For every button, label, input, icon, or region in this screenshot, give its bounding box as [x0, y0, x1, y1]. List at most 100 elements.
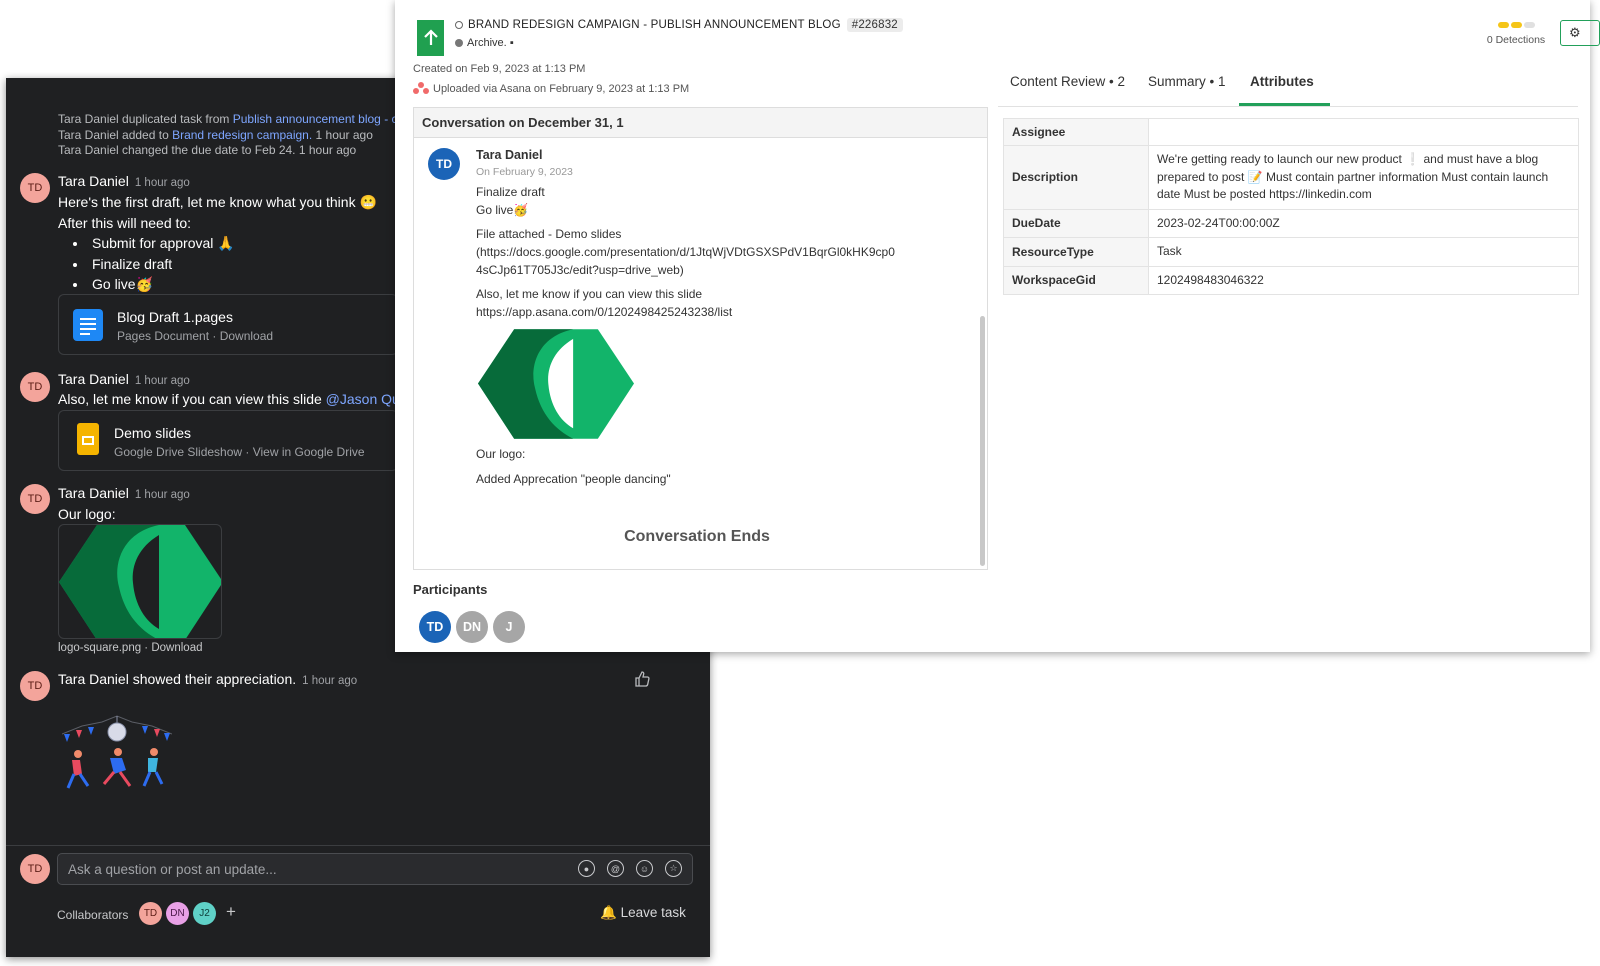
- archive-status: Archive. ▪: [455, 37, 514, 49]
- logo-image[interactable]: [58, 524, 222, 639]
- avatar[interactable]: TD: [20, 671, 50, 701]
- attribute-value: 1202498483046322: [1148, 265, 1579, 295]
- timestamp: 1 hour ago: [134, 375, 190, 387]
- divider: [6, 845, 710, 846]
- message-text: Here's the first draft, let me know what…: [58, 194, 377, 210]
- hexagon-logo: [478, 329, 634, 439]
- conversation-header: Conversation on December 31, 1: [414, 108, 987, 138]
- message-line: File attached - Demo slides: [476, 227, 622, 241]
- record-id-badge: #226832: [846, 18, 903, 32]
- message-line: Go live🥳: [476, 203, 529, 217]
- attribute-value: Task: [1148, 237, 1579, 267]
- table-row: ResourceType Task: [1003, 237, 1579, 267]
- list-item: Go live🥳: [88, 274, 235, 295]
- activity-link[interactable]: Publish announcement blog - c: [233, 112, 398, 126]
- attachment-demo-slides[interactable]: Demo slides Google Drive Slideshow · Vie…: [58, 410, 398, 471]
- timestamp: 1 hour ago: [134, 489, 190, 501]
- add-collaborator-icon[interactable]: +: [226, 902, 236, 922]
- thumbs-up-icon[interactable]: [634, 671, 650, 690]
- attribute-key: DueDate: [1003, 208, 1149, 238]
- participant-avatar[interactable]: J: [493, 611, 525, 643]
- conversation-ends-label: Conversation Ends: [624, 528, 770, 545]
- attribute-key: Description: [1003, 145, 1149, 210]
- avatar[interactable]: TD: [20, 372, 50, 402]
- emoji-icon[interactable]: ☺: [636, 860, 653, 877]
- detection-bar: [1480, 22, 1552, 28]
- tab-bar: Content Review • 2 Summary • 1 Attribute…: [998, 74, 1578, 107]
- participant-avatar[interactable]: TD: [419, 611, 451, 643]
- comment-input[interactable]: Ask a question or post an update... ● @ …: [57, 853, 693, 885]
- asana-logo-icon: [413, 82, 429, 94]
- detections-indicator: 0 Detections: [1480, 22, 1552, 46]
- author-name[interactable]: Tara Daniel: [58, 173, 129, 189]
- message-line: 4sCJp61T705J3c/edit?usp=drive_web): [476, 263, 684, 277]
- activity-line: Tara Daniel added to Brand redesign camp…: [58, 127, 373, 142]
- message-line: Our logo:: [476, 447, 526, 461]
- participant-avatar[interactable]: DN: [456, 611, 488, 643]
- attachment-blog-draft[interactable]: Blog Draft 1.pages Pages Document · Down…: [58, 294, 398, 355]
- message-line: (https://docs.google.com/presentation/d/…: [476, 245, 895, 259]
- attribute-key: WorkspaceGid: [1003, 265, 1149, 295]
- activity-link[interactable]: Brand redesign campaign.: [172, 128, 312, 142]
- settings-button[interactable]: ⚙: [1560, 20, 1600, 46]
- attachment-name[interactable]: Blog Draft 1.pages: [117, 309, 233, 325]
- author-name[interactable]: Tara Daniel: [58, 485, 129, 501]
- hexagon-logo: [59, 525, 221, 638]
- conversation-panel: Conversation on December 31, 1 TD Tara D…: [413, 107, 988, 570]
- people-dancing-illustration: [61, 710, 173, 801]
- scrollbar[interactable]: [980, 316, 985, 566]
- collaborators-label: Collaborators: [57, 908, 129, 922]
- avatar: TD: [428, 148, 460, 180]
- star-icon[interactable]: ☆: [665, 860, 682, 877]
- archive-box-icon: ▪: [509, 37, 514, 49]
- timestamp: 1 hour ago: [302, 675, 358, 687]
- table-row: WorkspaceGid 1202498483046322: [1003, 265, 1579, 295]
- image-caption[interactable]: logo-square.png · Download: [58, 642, 202, 654]
- message-line: Added Apprecation "people dancing": [476, 472, 671, 486]
- message-link[interactable]: https://app.asana.com/0/1202498425243238…: [476, 304, 732, 322]
- leave-task-button[interactable]: 🔔 Leave task: [600, 905, 686, 921]
- gear-icon: ⚙: [1569, 25, 1581, 40]
- collaborator-avatar[interactable]: DN: [166, 902, 189, 925]
- bell-icon: 🔔: [600, 905, 617, 920]
- activity-line: Tara Daniel changed the due date to Feb …: [58, 143, 357, 157]
- compose-toolbar: ● @ ☺ ☆: [578, 860, 682, 877]
- table-row: Assignee: [1003, 118, 1579, 146]
- tab-content-review[interactable]: Content Review • 2: [1010, 74, 1125, 89]
- attribute-key: Assignee: [1003, 118, 1149, 146]
- attachment-name[interactable]: Demo slides: [114, 425, 191, 441]
- list-item: Finalize draft: [88, 254, 235, 275]
- avatar[interactable]: TD: [20, 484, 50, 514]
- tab-summary[interactable]: Summary • 1: [1148, 74, 1226, 89]
- up-arrow-icon: [417, 20, 444, 56]
- conversation-body[interactable]: TD Tara Daniel On February 9, 2023 Final…: [414, 138, 980, 569]
- message-header: Tara Daniel 1 hour ago: [58, 485, 190, 503]
- activity-line: Tara Daniel duplicated task from Publish…: [58, 112, 398, 126]
- author-name[interactable]: Tara Daniel: [58, 371, 129, 387]
- comment-placeholder: Ask a question or post an update...: [68, 862, 277, 877]
- table-row: Description We're getting ready to launc…: [1003, 145, 1579, 210]
- attribute-value: 2023-02-24T00:00:00Z: [1148, 208, 1579, 238]
- message-text: After this will need to:: [58, 215, 192, 231]
- record-icon[interactable]: ●: [578, 860, 595, 877]
- message-line: Also, let me know if you can view this s…: [476, 287, 703, 301]
- tab-attributes[interactable]: Attributes: [1250, 74, 1314, 89]
- list-item: Submit for approval 🙏: [88, 233, 235, 254]
- attachment-meta[interactable]: Pages Document · Download: [117, 329, 273, 343]
- attribute-value: We're getting ready to launch our new pr…: [1148, 145, 1579, 210]
- collaborator-avatar[interactable]: J2: [193, 902, 216, 925]
- avatar[interactable]: TD: [20, 173, 50, 203]
- avatar[interactable]: TD: [20, 854, 50, 884]
- message-date: On February 9, 2023: [476, 166, 573, 178]
- activity-log: Tara Daniel duplicated task from Publish…: [58, 112, 398, 159]
- bullet-list: Submit for approval 🙏 Finalize draft Go …: [76, 233, 235, 295]
- message-header: Tara Daniel 1 hour ago: [58, 371, 190, 389]
- attributes-table: Assignee Description We're getting ready…: [1003, 118, 1579, 295]
- active-tab-indicator: [1239, 103, 1330, 106]
- slides-icon: [77, 423, 99, 455]
- attachment-meta[interactable]: Google Drive Slideshow · View in Google …: [114, 445, 365, 459]
- message-text: Our logo:: [58, 506, 116, 522]
- mention-icon[interactable]: @: [607, 860, 624, 877]
- attribute-value: [1148, 118, 1579, 146]
- collaborator-avatar[interactable]: TD: [139, 902, 162, 925]
